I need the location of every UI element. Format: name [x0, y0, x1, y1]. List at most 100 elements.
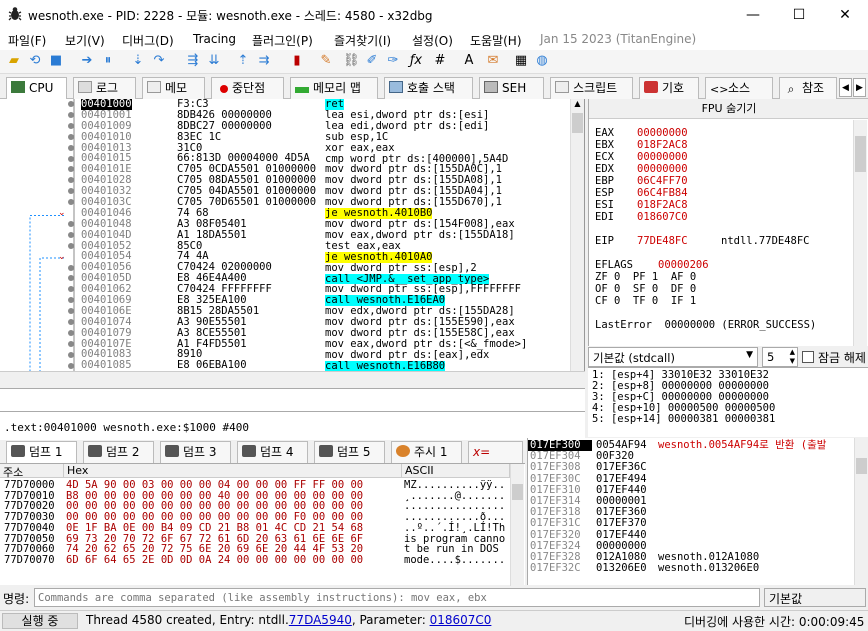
dump-header-hex[interactable]: Hex	[64, 464, 402, 478]
row-dot-icon[interactable]	[68, 101, 74, 107]
register-value[interactable]: 018F2AC8	[637, 139, 688, 151]
dump-hex[interactable]: 0E 1F BA 0E 00 B4 09 CD 21 B8 01 4C CD 2…	[66, 523, 404, 534]
stack-value[interactable]: 017EF36C	[592, 462, 658, 473]
row-dot-icon[interactable]	[68, 144, 74, 151]
register-value[interactable]: 06C4FF70	[637, 175, 688, 187]
eflags-row[interactable]: EFLAGS 00000206	[595, 259, 816, 271]
register-row[interactable]: ESI 018F2AC8	[595, 199, 816, 211]
disasm-instruction[interactable]: xor eax,eax	[325, 142, 395, 154]
eip-row[interactable]: EIP 77DE48FC ntdll.77DE48FC	[595, 235, 816, 247]
close-button[interactable]: ✕	[822, 0, 868, 30]
register-value[interactable]: 77DE48FC	[637, 235, 721, 247]
menu-favourites[interactable]: 즐겨찾기(I)	[334, 32, 391, 49]
tab-breakpoints[interactable]: 중단점	[211, 77, 284, 99]
stack-row[interactable]: 017EF32C 013206E0 wesnoth.013206E0	[528, 563, 826, 574]
row-dot-icon[interactable]	[68, 122, 74, 129]
strings-icon[interactable]: ✉	[485, 53, 501, 69]
register-value[interactable]: 00000000	[637, 163, 688, 175]
tab-dump-1[interactable]: 덤프 1	[6, 441, 77, 463]
row-dot-icon[interactable]	[68, 111, 74, 118]
disasm-instruction[interactable]: call wesnoth.E16B80	[325, 360, 446, 371]
disasm-instruction[interactable]: je wesnoth.4010A0	[325, 251, 433, 263]
stack-row[interactable]: 017EF308 017EF36C	[528, 462, 826, 473]
menu-debug[interactable]: 디버그(D)	[122, 32, 174, 49]
register-value[interactable]: 00000000	[637, 127, 688, 139]
row-dot-icon[interactable]	[68, 340, 74, 347]
disassembly-scrollbar[interactable]: ▲	[570, 99, 584, 371]
disasm-address[interactable]: 00401010	[81, 131, 132, 143]
stack-value[interactable]: 017EF370	[592, 518, 658, 529]
register-row[interactable]: EBX 018F2AC8	[595, 139, 816, 151]
dump-header-address[interactable]: 주소	[0, 464, 64, 479]
flags-row[interactable]: CF 0 TF 0 IF 1	[595, 295, 816, 307]
run-icon[interactable]: ➔	[79, 53, 95, 69]
flags-row[interactable]: OF 0 SF 0 DF 0	[595, 283, 816, 295]
tab-call-stack[interactable]: 호출 스택	[384, 77, 473, 99]
register-value[interactable]: 00000206	[658, 259, 709, 271]
register-row[interactable]: ECX 00000000	[595, 151, 816, 163]
tab-notes[interactable]: 메모	[142, 77, 205, 99]
stack-view[interactable]: 017EF300 0054AF94 wesnoth.0054AF94로 반환 (출발…	[527, 438, 868, 585]
row-dot-icon[interactable]	[68, 231, 74, 238]
tab-symbols[interactable]: 기호	[639, 77, 699, 99]
menu-tracing[interactable]: Tracing	[193, 32, 236, 46]
disasm-address[interactable]: 00401079	[81, 327, 132, 339]
fpu-toggle-button[interactable]: FPU 숨기기	[589, 99, 868, 119]
entry-link[interactable]: 77DA5940	[289, 613, 352, 627]
breakpoint-toggle-icon[interactable]: ▮	[289, 53, 305, 69]
maximize-button[interactable]: ☐	[776, 0, 822, 30]
function-icon[interactable]: ƒx	[408, 53, 424, 69]
register-value[interactable]: 06C4FB84	[637, 187, 688, 199]
open-icon[interactable]: ▰	[6, 53, 22, 69]
calculator-icon[interactable]: ▦	[513, 53, 529, 69]
disasm-instruction[interactable]: mov dword ptr ss:[esp],2	[325, 262, 477, 274]
unlock-checkbox[interactable]	[802, 351, 814, 363]
register-value[interactable]: 018607C0	[637, 211, 688, 223]
row-dot-icon[interactable]	[68, 264, 74, 271]
dump-hex[interactable]: 6D 6F 64 65 2E 0D 0D 0A 24 00 00 00 00 0…	[66, 555, 404, 566]
row-dot-icon[interactable]	[68, 319, 74, 325]
jump-arrow-icon[interactable]: ⌄	[58, 209, 66, 218]
menu-plugins[interactable]: 플러그인(P)	[252, 32, 313, 49]
tab-script[interactable]: 스크립트	[550, 77, 633, 99]
step-into-icon[interactable]: ⇣	[130, 53, 146, 69]
disasm-address[interactable]: 00401085	[81, 360, 132, 371]
hash-icon[interactable]: #	[432, 53, 448, 69]
step-over-icon[interactable]: ↷	[151, 53, 167, 69]
row-dot-icon[interactable]	[68, 155, 74, 162]
row-dot-icon[interactable]	[68, 329, 74, 336]
scroll-up-icon[interactable]: ▲	[571, 99, 584, 111]
execute-till-return-icon[interactable]: ⇉	[256, 53, 272, 69]
font-icon[interactable]: A	[461, 53, 477, 69]
disassembly-hscroll[interactable]	[0, 371, 585, 387]
disasm-instruction[interactable]: sub esp,1C	[325, 131, 388, 143]
minimize-button[interactable]: —	[730, 0, 776, 30]
trace-over-icon[interactable]: ⇊	[206, 53, 222, 69]
tab-memory-map[interactable]: 메모리 맵	[290, 77, 378, 99]
disasm-address[interactable]: 0040104D	[81, 229, 132, 241]
tab-source[interactable]: <>소스	[705, 77, 773, 99]
dump-row[interactable]: 77D70070 6D 6F 64 65 2E 0D 0D 0A 24 00 00…	[4, 555, 505, 566]
pause-icon[interactable]: ⏸	[100, 53, 116, 69]
stack-value[interactable]: 013206E0	[592, 563, 658, 574]
row-dot-icon[interactable]	[68, 242, 74, 249]
row-dot-icon[interactable]	[68, 133, 74, 140]
parameter-link[interactable]: 018607C0	[430, 613, 492, 627]
tab-cpu[interactable]: CPU	[6, 77, 67, 100]
menu-view[interactable]: 보기(V)	[65, 32, 105, 49]
tab-log[interactable]: 로그	[73, 77, 136, 99]
menu-help[interactable]: 도움말(H)	[470, 32, 522, 49]
hex-dump-view[interactable]: 주소 Hex ASCII 77D70000 4D 5A 90 00 03 00 0…	[0, 463, 525, 586]
scroll-thumb[interactable]	[856, 458, 867, 474]
row-dot-icon[interactable]	[68, 220, 74, 227]
disassembly-view[interactable]: ⌄ ⌄ 00401000 00401001 00401009 00401010 00401…	[0, 99, 585, 371]
jump-arrow-icon[interactable]: ⌄	[58, 252, 66, 261]
stack-row[interactable]: 017EF31C 017EF370	[528, 518, 826, 529]
register-row[interactable]: EAX 00000000	[595, 127, 816, 139]
row-dot-icon[interactable]	[68, 351, 74, 358]
command-input[interactable]	[34, 588, 760, 607]
comment-icon[interactable]: ⛓	[343, 53, 360, 69]
menu-options[interactable]: 설정(O)	[412, 32, 453, 49]
tab-locals[interactable]: x=	[468, 441, 523, 463]
register-row[interactable]: EBP 06C4FF70	[595, 175, 816, 187]
